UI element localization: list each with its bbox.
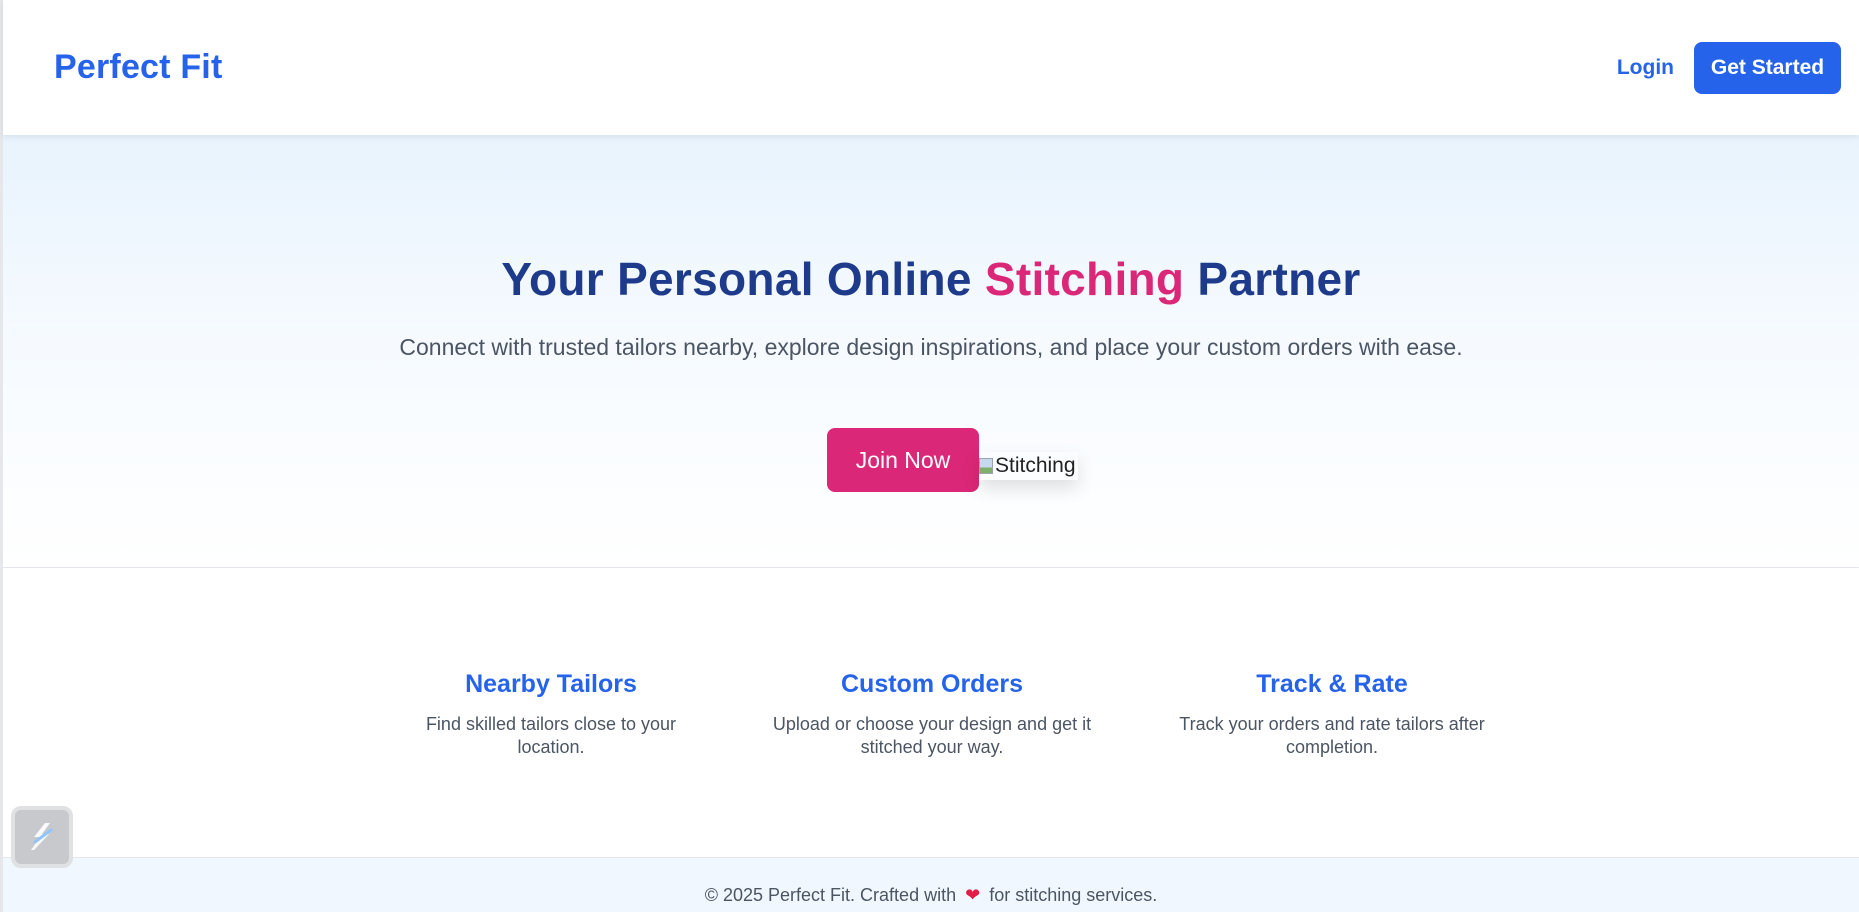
stitching-image: Stitching <box>979 452 1078 480</box>
stitching-image-alt: Stitching <box>995 454 1076 477</box>
hero-title-start: Your Personal Online <box>501 253 985 305</box>
feature-track-rate: Track & Rate Track your orders and rate … <box>1172 670 1492 759</box>
heart-icon: ❤ <box>965 885 981 905</box>
feature-title: Nearby Tailors <box>465 670 637 698</box>
hero-title-end: Partner <box>1184 253 1361 305</box>
feature-title: Track & Rate <box>1256 670 1408 698</box>
feature-nearby-tailors: Nearby Tailors Find skilled tailors clos… <box>391 670 711 759</box>
feature-description: Track your orders and rate tailors after… <box>1179 714 1485 757</box>
hero-section: Your Personal Online Stitching Partner C… <box>3 135 1859 568</box>
hero-title: Your Personal Online Stitching Partner <box>3 252 1859 306</box>
hero-cta: Join Now Stitching <box>827 428 1078 492</box>
features-section: Nearby Tailors Find skilled tailors clos… <box>3 568 1859 858</box>
hero-subtitle: Connect with trusted tailors nearby, exp… <box>399 334 1463 360</box>
brand-logo[interactable]: Perfect Fit <box>54 48 222 87</box>
hero-title-accent: Stitching <box>984 253 1185 305</box>
footer-copyright: © 2025 Perfect Fit. Crafted with <box>704 885 957 905</box>
broken-image-icon <box>979 458 993 474</box>
feature-description: Upload or choose your design and get it … <box>772 714 1092 757</box>
nav-actions: Login Get Started <box>1617 41 1841 94</box>
app-logo-icon <box>31 823 53 850</box>
get-started-button[interactable]: Get Started <box>1694 41 1841 94</box>
footer: © 2025 Perfect Fit. Crafted with ❤ for s… <box>3 857 1859 912</box>
floating-widget-button[interactable] <box>11 806 73 868</box>
feature-title: Custom Orders <box>841 670 1023 698</box>
login-link[interactable]: Login <box>1617 56 1674 80</box>
footer-tagline: for stitching services. <box>989 885 1158 905</box>
feature-custom-orders: Custom Orders Upload or choose your desi… <box>772 670 1092 759</box>
join-now-button[interactable]: Join Now <box>827 428 979 492</box>
feature-description: Find skilled tailors close to your locat… <box>425 714 677 757</box>
navbar: Perfect Fit Login Get Started <box>3 0 1859 135</box>
